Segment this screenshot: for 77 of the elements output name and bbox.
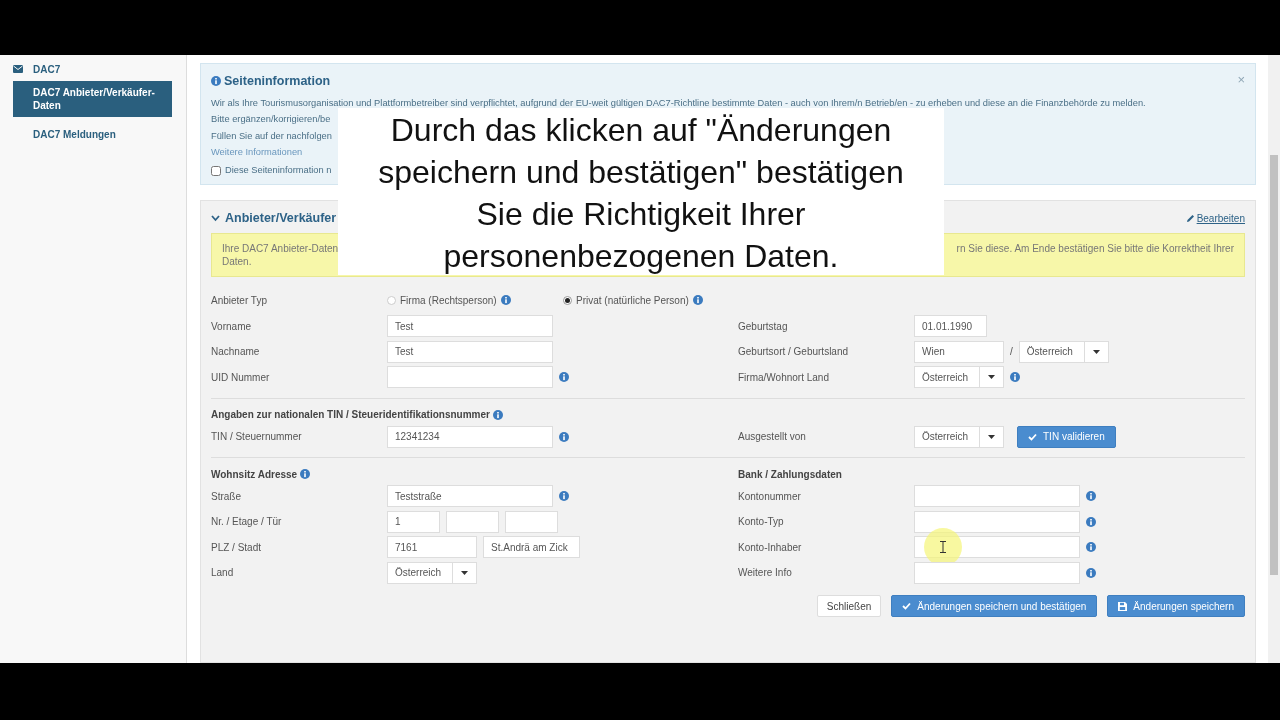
sidebar-item[interactable]: DAC7 Anbieter/Verkäufer-Daten [13,81,172,117]
chevron-down-icon[interactable] [211,213,220,223]
subtitle-text: Durch das klicken auf "Änderungen speichern und bestätigen" bestätigen Sie die Richtigkeit Ihrer personenbezogenen Daten. [338,108,944,275]
input-field[interactable] [914,510,1080,533]
radio-button[interactable] [387,295,396,305]
caret-icon [988,434,995,439]
scrollbar[interactable] [1268,55,1280,663]
field-label: Konto-Typ [738,515,785,530]
field-label: Vorname [211,319,253,334]
section-title: Anbieter/Verkäufer [225,209,337,227]
input-field[interactable] [387,366,553,389]
check-icon [1028,432,1037,441]
field-label: UID Nummer [211,370,271,385]
input-field[interactable] [505,510,558,533]
field-label: Weitere Info [738,566,793,581]
group-heading: Wohnsitz Adresse [211,467,298,482]
field-label: Konto-Inhaber [738,540,803,555]
input-field[interactable]: Test [387,315,553,338]
alert-text: Ihre DAC7 Anbieter-Daten [222,242,339,256]
info-icon [500,295,511,306]
field-label: Nr. / Etage / Tür [211,515,283,530]
alert-text: rn Sie diese. Am Ende bestätigen Sie bitte die Korrektheit Ihrer [956,242,1234,256]
country-dropdown[interactable]: Österreich [1018,340,1109,363]
group-heading: Angaben zur nationalen TIN / Steueridentifikationsnummer [211,408,490,423]
input-field[interactable]: Teststraße [387,485,553,508]
radio-label: Firma (Rechtsperson) [400,293,497,308]
envelope-icon [13,65,23,73]
input-field[interactable]: 12341234 [387,425,553,448]
caret-icon [988,375,995,380]
input-field[interactable]: Wien [914,340,1004,363]
field-label: Nachname [211,345,261,360]
input-field[interactable] [914,485,1080,508]
alert-text: Daten. [222,256,252,268]
checkbox-label: Diese Seiteninformation n [225,163,332,177]
caret-icon [461,570,468,575]
country-dropdown[interactable]: Österreich [914,366,1004,389]
edit-link[interactable]: Bearbeiten [1185,210,1245,226]
sidebar-section-title: DAC7 [33,62,61,77]
field-label: Straße [211,489,242,504]
info-text: Bitte ergänzen/korrigieren/be [211,114,331,125]
field-label: Geburtsort / Geburtsland [738,345,850,360]
field-label: Geburtstag [738,319,789,334]
input-field[interactable] [446,510,499,533]
radio-label: Privat (natürliche Person) [576,293,689,308]
input-field[interactable]: 7161 [387,536,477,559]
checkbox[interactable] [211,165,221,176]
text-cursor-icon [940,541,946,554]
info-icon [211,76,221,87]
caret-icon [1092,349,1100,354]
input-field[interactable]: Test [387,340,553,363]
group-heading: Bank / Zahlungsdaten [738,467,842,482]
close-button[interactable]: Schließen [816,595,882,618]
input-field[interactable]: 01.01.1990 [914,315,987,338]
field-label: PLZ / Stadt [211,540,263,555]
pencil-icon [1185,213,1195,223]
field-label: Ausgestellt von [738,430,807,445]
input-field[interactable]: 1 [387,510,440,533]
sidebar-item[interactable]: DAC7 Meldungen [13,123,172,146]
field-label: TIN / Steuernummer [211,430,303,445]
save-confirm-button[interactable]: Änderungen speichern und bestätigen [891,595,1098,618]
radio-button[interactable] [563,295,572,305]
country-dropdown[interactable]: Österreich [914,425,1004,448]
save-button[interactable]: Änderungen speichern [1107,595,1245,618]
info-text: Wir als Ihre Tourismusorganisation und Plattformbetreiber sind verpflichtet, aufgrund der EU-weit gültigen DAC7-Richtline bestimmte Daten - auch von Ihrem/n Betrieb/en - zu erheben und diese an die Finanzbehörde zu melden. [211,97,1146,108]
input-field[interactable] [914,561,1080,584]
field-label: Firma/Wohnort Land [738,370,830,385]
separator-text: / [1010,345,1013,360]
check-icon [902,602,912,611]
panel-title: Seiteninformation [224,73,331,90]
field-label: Land [211,566,235,581]
validate-button[interactable]: TIN validieren [1017,425,1116,448]
info-icon [692,295,703,306]
field-label: Anbieter Typ [211,293,268,308]
field-label: Kontonummer [738,489,802,504]
info-text: Füllen Sie auf der nachfolgen [211,130,332,141]
country-dropdown[interactable]: Österreich [387,561,477,584]
input-field[interactable]: St.Andrä am Zick [483,536,580,559]
